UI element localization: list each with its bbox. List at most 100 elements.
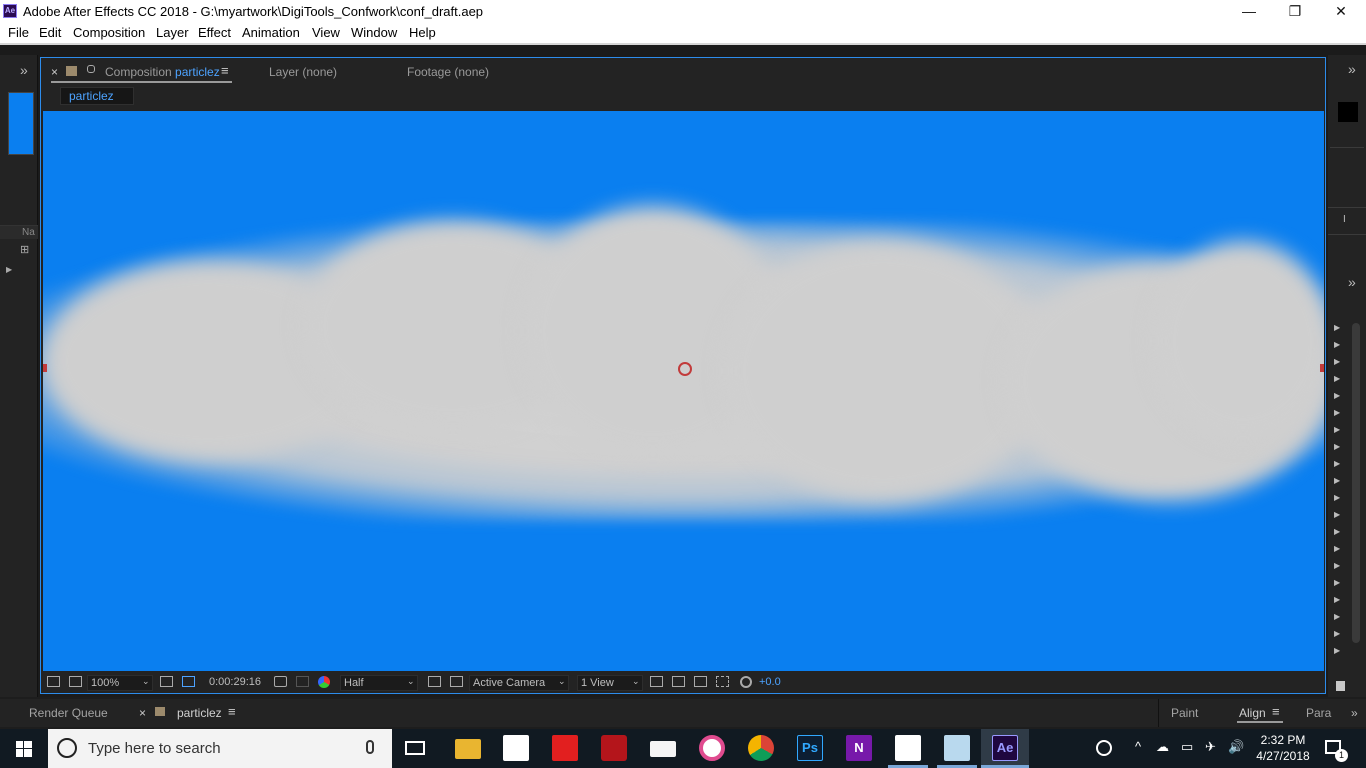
tab-timeline[interactable]: particlez: [177, 706, 222, 720]
expand-panels-icon[interactable]: »: [1348, 61, 1356, 77]
panel-menu-icon[interactable]: ≡: [228, 704, 236, 719]
expand-triangle-icon[interactable]: ▶: [1334, 459, 1340, 468]
color-swatch[interactable]: [1338, 102, 1358, 122]
taskbar-search[interactable]: Type here to search: [48, 729, 392, 768]
menu-layer[interactable]: Layer: [156, 25, 189, 40]
menu-effect[interactable]: Effect: [198, 25, 231, 40]
battery-icon[interactable]: ▭: [1181, 739, 1193, 755]
tab-align[interactable]: Align: [1239, 706, 1266, 720]
expand-triangle-icon[interactable]: ▶: [6, 265, 12, 274]
comp-flowchart-icon[interactable]: [694, 676, 707, 687]
onedrive-icon[interactable]: ☁: [1156, 739, 1169, 755]
tab-render-queue[interactable]: Render Queue: [29, 706, 108, 720]
expand-triangle-icon[interactable]: ▶: [1334, 578, 1340, 587]
onenote-icon[interactable]: N: [846, 735, 872, 761]
panel-menu-icon[interactable]: ≡: [221, 63, 229, 78]
airplane-mode-icon[interactable]: ✈: [1205, 739, 1216, 755]
microphone-icon[interactable]: [366, 740, 374, 754]
exposure-value[interactable]: +0.0: [759, 676, 781, 688]
tab-composition[interactable]: Composition particlez: [105, 65, 220, 79]
more-tabs-icon[interactable]: »: [1351, 706, 1358, 720]
expand-triangle-icon[interactable]: ▶: [1334, 629, 1340, 638]
menu-composition[interactable]: Composition: [73, 25, 145, 40]
tab-paragraph[interactable]: Para: [1306, 706, 1331, 720]
itunes-icon[interactable]: [699, 735, 725, 761]
menu-edit[interactable]: Edit: [39, 25, 61, 40]
breadcrumb[interactable]: particlez: [60, 87, 134, 105]
flowchart-icon[interactable]: ⊞: [20, 243, 29, 256]
grid-guides-icon[interactable]: [450, 676, 463, 687]
expand-triangle-icon[interactable]: ▶: [1334, 425, 1340, 434]
expand-panels-icon[interactable]: »: [20, 62, 28, 78]
expand-triangle-icon[interactable]: ▶: [1334, 527, 1340, 536]
tab-footage[interactable]: Footage (none): [407, 65, 489, 79]
transparency-grid-icon[interactable]: [182, 676, 195, 687]
expand-triangle-icon[interactable]: ▶: [1334, 544, 1340, 553]
show-snapshot-icon[interactable]: [296, 676, 309, 687]
mail-icon[interactable]: [650, 741, 676, 757]
app-red-icon[interactable]: [552, 735, 578, 761]
people-icon[interactable]: [1096, 740, 1112, 756]
always-preview-icon[interactable]: [47, 676, 60, 687]
timeline-icon[interactable]: [672, 676, 685, 687]
expand-triangle-icon[interactable]: ▶: [1334, 391, 1340, 400]
current-timecode[interactable]: 0:00:29:16: [209, 676, 261, 688]
expand-triangle-icon[interactable]: ▶: [1334, 357, 1340, 366]
menu-window[interactable]: Window: [351, 25, 397, 40]
store-icon[interactable]: [503, 735, 529, 761]
expand-triangle-icon[interactable]: ▶: [1334, 340, 1340, 349]
panel-menu-icon[interactable]: ≡: [1272, 704, 1280, 719]
monitor-icon[interactable]: [69, 676, 82, 687]
close-button[interactable]: ✕: [1318, 0, 1364, 23]
channel-icon[interactable]: [318, 676, 330, 688]
taskbar-clock[interactable]: 2:32 PM 4/27/2018: [1253, 732, 1313, 764]
sticky-notes-icon[interactable]: [895, 735, 921, 761]
expand-triangle-icon[interactable]: ▶: [1334, 646, 1340, 655]
expand-triangle-icon[interactable]: ▶: [1334, 612, 1340, 621]
task-view-icon[interactable]: [405, 741, 425, 755]
composition-viewer[interactable]: [43, 111, 1324, 671]
show-hidden-icons-icon[interactable]: ^: [1135, 739, 1141, 754]
volume-icon[interactable]: 🔊: [1228, 739, 1244, 755]
expand-triangle-icon[interactable]: ▶: [1334, 408, 1340, 417]
menu-animation[interactable]: Animation: [242, 25, 300, 40]
snapshot-icon[interactable]: [274, 676, 287, 687]
scrollbar[interactable]: [1352, 323, 1360, 643]
mcafee-icon[interactable]: [601, 735, 627, 761]
expand-triangle-icon[interactable]: ▶: [1334, 374, 1340, 383]
file-explorer-icon[interactable]: [455, 739, 481, 759]
expand-triangle-icon[interactable]: ▶: [1334, 510, 1340, 519]
menu-view[interactable]: View: [312, 25, 340, 40]
minimize-button[interactable]: —: [1226, 0, 1272, 23]
notepad-icon[interactable]: [944, 735, 970, 761]
camera-select[interactable]: Active Camera ⌄: [469, 675, 569, 691]
toggle-pixel-aspect-icon[interactable]: [650, 676, 663, 687]
zoom-select[interactable]: 100% ⌄: [87, 675, 153, 691]
menu-help[interactable]: Help: [409, 25, 436, 40]
expand-triangle-icon[interactable]: ▶: [1334, 476, 1340, 485]
expand-triangle-icon[interactable]: ▶: [1334, 595, 1340, 604]
photoshop-icon[interactable]: Ps: [797, 735, 823, 761]
close-tab-icon[interactable]: ×: [139, 706, 146, 720]
windows-start-icon[interactable]: [16, 741, 32, 757]
reset-exposure-icon[interactable]: [740, 676, 752, 688]
expand-triangle-icon[interactable]: ▶: [1334, 323, 1340, 332]
view-layout-select[interactable]: 1 View ⌄: [577, 675, 643, 691]
fast-previews-icon[interactable]: [428, 676, 441, 687]
region-of-interest-icon[interactable]: [160, 676, 173, 687]
expand-triangle-icon[interactable]: ▶: [1334, 493, 1340, 502]
flowchart-icon[interactable]: [716, 676, 729, 687]
close-tab-icon[interactable]: ×: [51, 65, 58, 79]
tab-paint[interactable]: Paint: [1171, 706, 1198, 720]
menu-file[interactable]: File: [8, 25, 29, 40]
chrome-icon[interactable]: [748, 735, 774, 761]
resolution-select[interactable]: Half ⌄: [340, 675, 418, 691]
expand-panels-icon[interactable]: »: [1348, 274, 1356, 290]
lock-icon[interactable]: [87, 65, 95, 73]
expand-triangle-icon[interactable]: ▶: [1334, 442, 1340, 451]
after-effects-icon[interactable]: Ae: [992, 735, 1018, 761]
maximize-button[interactable]: ❐: [1272, 0, 1318, 23]
anchor-point-icon[interactable]: [678, 362, 692, 376]
tab-layer[interactable]: Layer (none): [269, 65, 337, 79]
expand-triangle-icon[interactable]: ▶: [1334, 561, 1340, 570]
